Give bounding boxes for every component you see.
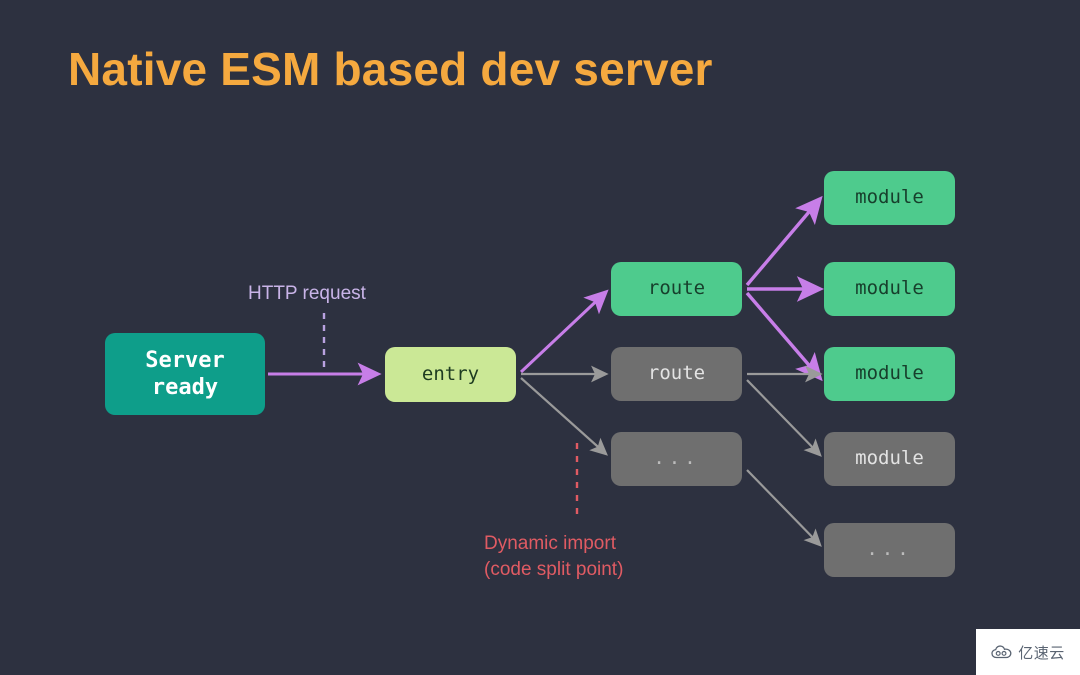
watermark-text: 亿速云 [1018, 643, 1065, 662]
node-route-3-ellipsis[interactable]: ... [611, 432, 742, 486]
edge-entry-to-route1 [519, 289, 609, 374]
edge-route3-to-module5 [746, 469, 822, 547]
node-label: ... [866, 538, 913, 561]
edge-route1-to-module3 [745, 291, 823, 382]
node-module-5-ellipsis[interactable]: ... [824, 523, 955, 577]
node-label: module [855, 186, 924, 209]
node-route-1[interactable]: route [611, 262, 742, 316]
node-label: route [647, 362, 706, 385]
node-entry[interactable]: entry [385, 347, 516, 402]
node-module-3[interactable]: module [824, 347, 955, 401]
edge-entry-to-route3 [520, 377, 608, 456]
node-module-4[interactable]: module [824, 432, 955, 486]
node-server-ready[interactable]: Server ready [105, 333, 265, 415]
node-label: ... [653, 447, 700, 470]
edge-route1-to-module1 [745, 195, 823, 287]
node-route-2[interactable]: route [611, 347, 742, 401]
http-request-label: HTTP request [248, 283, 366, 304]
node-label: route [647, 277, 706, 300]
edge-route2-to-module4 [746, 379, 822, 457]
dynamic-import-label: Dynamic import (code split point) [484, 533, 624, 580]
node-label: module [855, 362, 924, 385]
cloud-icon [991, 645, 1012, 659]
node-label: Server ready [145, 347, 225, 401]
node-module-2[interactable]: module [824, 262, 955, 316]
watermark: 亿速云 [976, 629, 1080, 675]
slide-canvas: Native ESM based dev server Server ready… [0, 0, 1080, 675]
node-label: module [855, 447, 924, 470]
node-label: entry [421, 362, 480, 385]
node-module-1[interactable]: module [824, 171, 955, 225]
node-label: module [855, 277, 924, 300]
